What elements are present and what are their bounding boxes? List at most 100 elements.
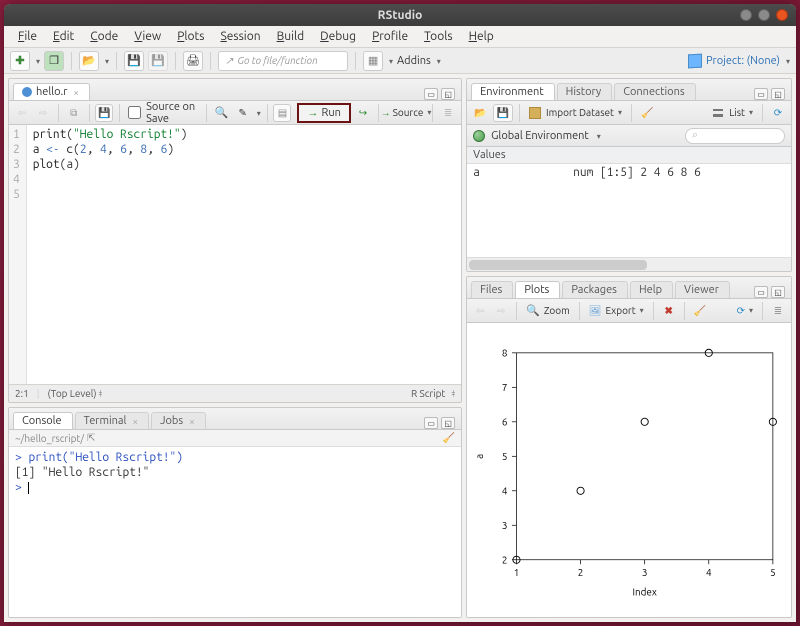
env-search-input[interactable]: ⌕ xyxy=(685,128,785,144)
tab-console[interactable]: Console xyxy=(13,412,73,429)
addins-menu[interactable]: Addins xyxy=(397,55,441,67)
tab-connections[interactable]: Connections xyxy=(614,83,695,100)
tab-packages[interactable]: Packages xyxy=(562,281,628,298)
menu-profile[interactable]: Profile xyxy=(366,28,414,45)
menu-tools[interactable]: Tools xyxy=(418,28,459,45)
export-menu[interactable]: 🖼 Export xyxy=(586,302,647,320)
zoom-button[interactable]: 🔍Zoom xyxy=(523,302,573,320)
new-file-dropdown[interactable] xyxy=(34,55,40,67)
close-tab-icon[interactable]: × xyxy=(73,87,79,98)
close-jobs-icon[interactable]: × xyxy=(189,416,195,427)
source-menu[interactable]: → Source xyxy=(385,104,427,122)
console-max-icon[interactable]: ◱ xyxy=(441,417,455,429)
source-tab-hello[interactable]: hello.r × xyxy=(13,83,90,100)
source-on-save-check[interactable] xyxy=(128,106,141,119)
clear-plots-button[interactable]: 🧹 xyxy=(691,302,709,320)
new-file-button[interactable]: ✚ xyxy=(10,51,30,71)
goto-icon: ↗ xyxy=(225,55,233,67)
file-type-label[interactable]: R Script xyxy=(411,388,445,399)
console-path: ~/hello_rscript/ xyxy=(15,433,84,444)
goto-placeholder: Go to file/function xyxy=(237,55,317,66)
env-scrollbar[interactable] xyxy=(467,257,791,271)
menu-help[interactable]: Help xyxy=(463,28,500,45)
wand-dropdown[interactable] xyxy=(255,107,261,119)
tab-files[interactable]: Files xyxy=(471,281,513,298)
close-terminal-icon[interactable]: × xyxy=(132,416,138,427)
list-view-menu[interactable]: List xyxy=(710,104,756,122)
nav-fwd-button[interactable]: ⇨ xyxy=(34,104,52,122)
env-scope-dropdown[interactable] xyxy=(595,130,601,142)
publish-button[interactable]: ≣ xyxy=(769,302,787,320)
plots-max-icon[interactable]: ◱ xyxy=(771,286,785,298)
env-var-row[interactable]: a num [1:5] 2 4 6 8 6 xyxy=(467,164,791,181)
tab-plots[interactable]: Plots xyxy=(515,281,560,298)
import-dataset-menu[interactable]: Import Dataset xyxy=(526,104,625,122)
rerun-button[interactable]: ↪ xyxy=(354,104,372,122)
menu-code[interactable]: Code xyxy=(84,28,124,45)
nav-back-button[interactable]: ⇦ xyxy=(13,104,31,122)
open-file-dropdown[interactable] xyxy=(103,55,109,67)
minimize-button[interactable] xyxy=(740,9,752,21)
path-popout-icon[interactable]: ⇱ xyxy=(87,432,95,444)
menu-edit[interactable]: Edit xyxy=(47,28,80,45)
env-min-icon[interactable]: ▭ xyxy=(754,88,768,100)
grid-dropdown[interactable] xyxy=(387,55,393,67)
console-min-icon[interactable]: ▭ xyxy=(424,417,438,429)
outline-button[interactable]: ≣ xyxy=(439,104,457,122)
plot-prev-button[interactable]: ⇦ xyxy=(471,302,489,320)
print-button[interactable]: 🖨 xyxy=(183,51,203,71)
environment-pane: Environment History Connections ▭ ◱ 📂 💾 … xyxy=(466,78,792,272)
tab-jobs[interactable]: Jobs× xyxy=(151,412,206,429)
tab-environment[interactable]: Environment xyxy=(471,83,555,100)
plot-next-button[interactable]: ⇨ xyxy=(492,302,510,320)
menu-debug[interactable]: Debug xyxy=(314,28,362,45)
clear-console-icon[interactable]: 🧹 xyxy=(443,432,455,444)
env-scope-label[interactable]: Global Environment xyxy=(491,130,589,142)
show-in-new-window[interactable]: ⧉ xyxy=(65,104,83,122)
plot-canvas: 123452345678Indexa xyxy=(467,323,791,617)
scope-label[interactable]: (Top Level) xyxy=(47,388,96,399)
code-editor[interactable]: 1 2 3 4 5 print("Hello Rscript!") a <- c… xyxy=(9,125,461,384)
project-menu[interactable]: Project: (None) xyxy=(688,54,790,68)
grid-button[interactable]: ▦ xyxy=(363,51,383,71)
search-icon: ⌕ xyxy=(692,129,698,142)
wand-button[interactable]: ✎ xyxy=(234,104,252,122)
menu-view[interactable]: View xyxy=(128,28,167,45)
tab-viewer[interactable]: Viewer xyxy=(675,281,730,298)
tab-history[interactable]: History xyxy=(557,83,613,100)
refresh-plot-button[interactable]: ⟳ xyxy=(734,302,756,320)
close-button[interactable] xyxy=(776,9,788,21)
open-file-button[interactable]: 📂 xyxy=(79,51,99,71)
refresh-env-button[interactable]: ⟳ xyxy=(769,104,787,122)
env-max-icon[interactable]: ◱ xyxy=(771,88,785,100)
code-body[interactable]: print("Hello Rscript!") a <- c(2, 4, 6, … xyxy=(27,125,194,384)
pane-min-icon[interactable]: ▭ xyxy=(424,88,438,100)
run-button[interactable]: → Run xyxy=(297,103,350,123)
cursor-pos: 2:1 xyxy=(15,388,29,399)
report-button[interactable]: ▤ xyxy=(273,104,291,122)
titlebar: RStudio xyxy=(4,4,796,26)
save-button[interactable]: 💾 xyxy=(124,51,144,71)
tab-help[interactable]: Help xyxy=(630,281,673,298)
clear-env-button[interactable]: 🧹 xyxy=(638,104,656,122)
save-source-button[interactable]: 💾 xyxy=(95,104,113,122)
find-button[interactable]: 🔍 xyxy=(213,104,231,122)
plots-pane: Files Plots Packages Help Viewer ▭ ◱ ⇦ ⇨… xyxy=(466,276,792,618)
remove-plot-button[interactable]: ✖ xyxy=(660,302,678,320)
load-ws-button[interactable]: 📂 xyxy=(471,104,489,122)
goto-file-input[interactable]: ↗ Go to file/function xyxy=(218,51,348,71)
save-all-button[interactable]: 💾 xyxy=(148,51,168,71)
new-project-button[interactable]: ❐ xyxy=(44,51,64,71)
pane-max-icon[interactable]: ◱ xyxy=(441,88,455,100)
menu-file[interactable]: File xyxy=(12,28,43,45)
menu-session[interactable]: Session xyxy=(214,28,266,45)
console-body[interactable]: > print("Hello Rscript!") [1] "Hello Rsc… xyxy=(9,447,461,617)
maximize-button[interactable] xyxy=(758,9,770,21)
tab-terminal[interactable]: Terminal× xyxy=(75,412,149,429)
plots-min-icon[interactable]: ▭ xyxy=(754,286,768,298)
svg-text:3: 3 xyxy=(642,567,648,578)
menu-plots[interactable]: Plots xyxy=(171,28,210,45)
save-ws-button[interactable]: 💾 xyxy=(493,104,513,122)
console-pane: Console Terminal× Jobs× ▭ ◱ ~/hello_rscr… xyxy=(8,407,462,618)
menu-build[interactable]: Build xyxy=(271,28,311,45)
